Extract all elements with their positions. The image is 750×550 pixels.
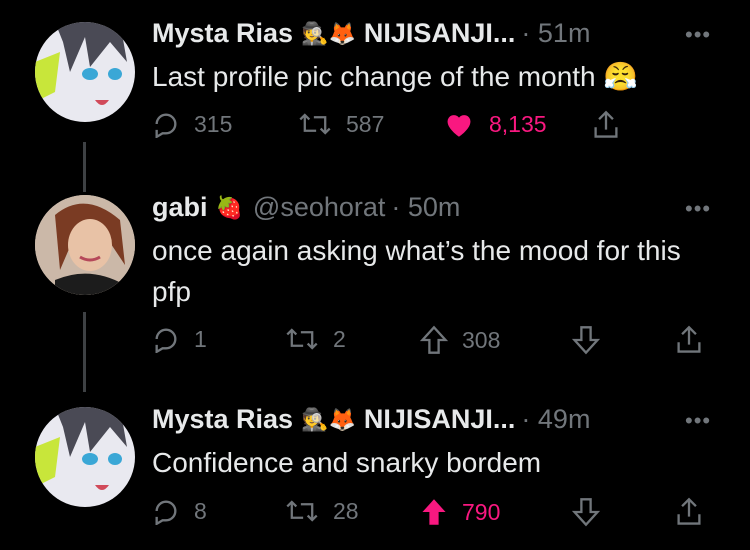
display-name[interactable]: Mysta Rias	[152, 404, 293, 435]
retweet-button[interactable]: 2	[285, 325, 346, 353]
name-emojis: 🍓	[215, 194, 243, 220]
reply-icon	[155, 113, 177, 138]
avatar[interactable]	[35, 407, 135, 507]
share-button[interactable]	[675, 497, 703, 527]
like-count: 8,135	[489, 110, 547, 137]
reply-icon	[155, 500, 177, 525]
avatar[interactable]	[35, 195, 135, 295]
handle[interactable]: @seohorat	[253, 192, 385, 223]
share-button[interactable]	[675, 325, 703, 355]
name-emojis: 🕵🦊	[301, 20, 356, 46]
timestamp[interactable]: · 49m	[521, 404, 590, 435]
vote-count: 790	[462, 498, 501, 525]
share-icon	[594, 110, 618, 138]
tweet-header: Mysta Rias 🕵🦊 NIJISANJI... · 51m	[152, 18, 590, 49]
name-emojis: 🕵🦊	[301, 406, 356, 432]
reply-button[interactable]: 315	[152, 110, 232, 138]
heart-icon	[447, 115, 471, 137]
upvote-icon	[422, 499, 446, 525]
retweet-count: 28	[333, 497, 359, 524]
share-icon	[677, 325, 701, 353]
retweet-count: 2	[333, 325, 346, 352]
more-options-icon[interactable]: •••	[685, 408, 711, 434]
downvote-icon	[572, 498, 600, 527]
avatar[interactable]	[35, 22, 135, 122]
affiliation[interactable]: NIJISANJI...	[364, 404, 516, 435]
reply-button[interactable]: 8	[152, 497, 207, 525]
downvote-button[interactable]	[572, 497, 600, 527]
reply-button[interactable]: 1	[152, 325, 207, 353]
retweet-count: 587	[346, 110, 385, 137]
reply-count: 315	[194, 110, 233, 137]
retweet-icon	[299, 113, 331, 135]
tweet-text: Last profile pic change of the month 😤	[152, 61, 639, 92]
tweet[interactable]: Mysta Rias 🕵🦊 NIJISANJI... · 49m ••• Con…	[0, 390, 750, 550]
retweet-icon	[286, 500, 318, 522]
upvote-button[interactable]: 308	[420, 325, 500, 355]
tweet[interactable]: Mysta Rias 🕵🦊 NIJISANJI... · 51m ••• Las…	[0, 0, 750, 160]
tweet-header: gabi 🍓 @seohorat · 50m	[152, 192, 460, 223]
upvote-icon	[420, 325, 448, 354]
retweet-button[interactable]: 587	[298, 110, 384, 138]
reply-icon	[155, 328, 177, 353]
upvote-button[interactable]: 790	[420, 497, 500, 527]
display-name[interactable]: Mysta Rias	[152, 18, 293, 49]
tweet[interactable]: gabi 🍓 @seohorat · 50m ••• once again as…	[0, 180, 750, 370]
share-icon	[677, 497, 701, 525]
affiliation[interactable]: NIJISANJI...	[364, 18, 516, 49]
timestamp[interactable]: · 51m	[521, 18, 590, 49]
timestamp[interactable]: · 50m	[391, 192, 460, 223]
downvote-icon	[572, 326, 600, 355]
tweet-text: once again asking what’s the mood for th…	[152, 235, 681, 307]
retweet-icon	[286, 328, 318, 350]
like-button[interactable]: 8,135	[443, 110, 547, 138]
more-options-icon[interactable]: •••	[685, 196, 711, 222]
reply-count: 8	[194, 497, 207, 524]
tweet-text: Confidence and snarky bordem	[152, 447, 542, 478]
share-button[interactable]	[592, 110, 620, 140]
display-name[interactable]: gabi	[152, 192, 208, 223]
downvote-button[interactable]	[572, 325, 600, 355]
reply-count: 1	[194, 325, 207, 352]
retweet-button[interactable]: 28	[285, 497, 359, 525]
tweet-header: Mysta Rias 🕵🦊 NIJISANJI... · 49m	[152, 404, 590, 435]
vote-count: 308	[462, 326, 501, 353]
more-options-icon[interactable]: •••	[685, 22, 711, 48]
